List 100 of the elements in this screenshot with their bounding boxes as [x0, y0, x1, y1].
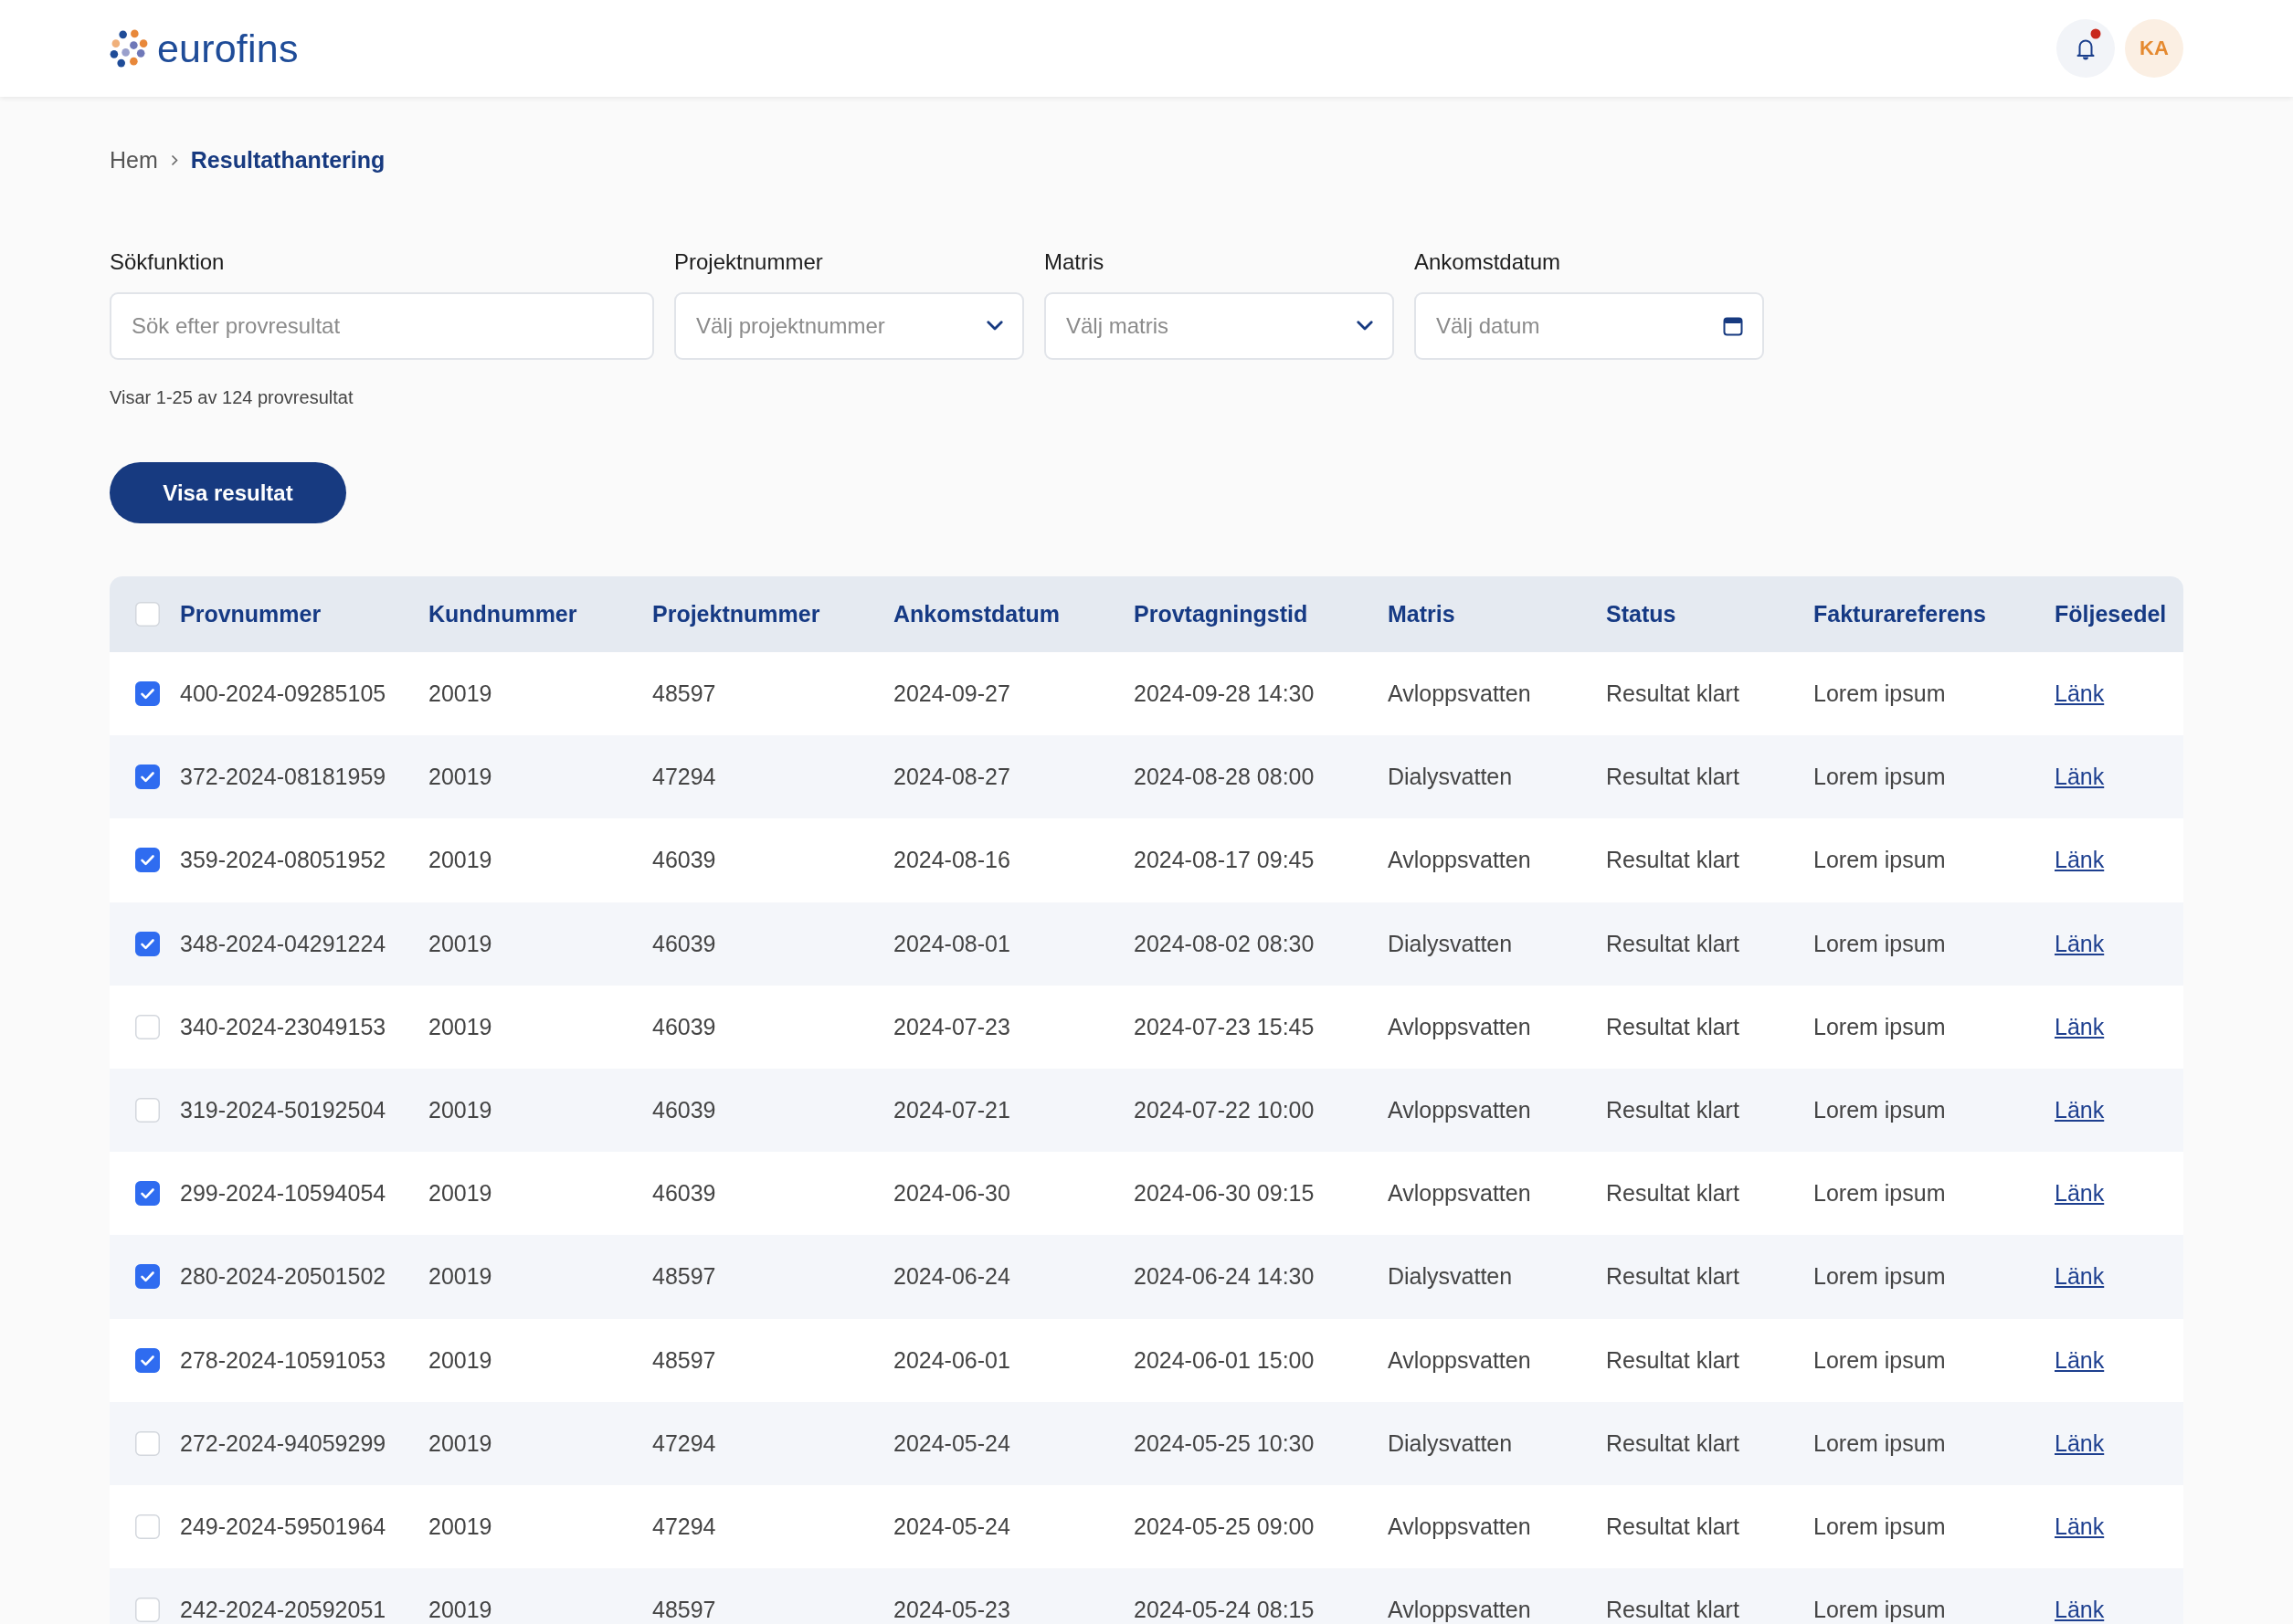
logo-text: eurofins: [157, 28, 299, 69]
table-cell: 249-2024-59501964: [180, 1513, 386, 1540]
table-cell: 272-2024-94059299: [180, 1429, 386, 1457]
table-cell: 2024-07-22 10:00: [1134, 1097, 1315, 1124]
table-cell: 2024-06-01: [893, 1346, 1010, 1374]
checkbox[interactable]: [135, 765, 160, 790]
table-cell: 46039: [652, 930, 716, 957]
checkbox[interactable]: [135, 1347, 160, 1373]
dropdown-field[interactable]: Välj projektnummer: [674, 292, 1024, 360]
table-cell: Dialysvatten: [1388, 1263, 1513, 1291]
checkbox[interactable]: [135, 681, 160, 707]
delivery-note-link[interactable]: Länk: [2055, 1097, 2105, 1124]
table-cell: 48597: [652, 1263, 716, 1291]
delivery-note-link[interactable]: Länk: [2055, 1346, 2105, 1374]
delivery-note-link[interactable]: Länk: [2055, 847, 2105, 874]
table-cell: 48597: [652, 680, 716, 708]
table-cell: 2024-05-24: [893, 1513, 1010, 1540]
table-cell: 2024-05-24 08:15: [1134, 1597, 1315, 1624]
table-cell: Lorem ipsum: [1813, 1263, 1946, 1291]
table-cell: 47294: [652, 1429, 716, 1457]
column-header: Projektnummer: [652, 601, 820, 627]
table-cell: 47294: [652, 1513, 716, 1540]
table-cell: Lorem ipsum: [1813, 847, 1946, 874]
table-cell: Lorem ipsum: [1813, 930, 1946, 957]
table-cell: Lorem ipsum: [1813, 1180, 1946, 1207]
table-cell: Resultat klart: [1606, 1429, 1739, 1457]
table-cell: Resultat klart: [1606, 847, 1739, 874]
table-cell: 2024-05-23: [893, 1597, 1010, 1624]
table-cell: 372-2024-08181959: [180, 764, 386, 791]
column-header: Kundnummer: [428, 601, 577, 627]
search-field[interactable]: Sök efter provresultat: [110, 292, 654, 360]
field-label: Projektnummer: [674, 248, 823, 276]
chevron-down-icon: [1357, 321, 1373, 331]
table-cell: 2024-06-30: [893, 1180, 1010, 1207]
table-cell: 20019: [428, 1597, 492, 1624]
table-cell: 2024-05-25 09:00: [1134, 1513, 1315, 1540]
table-cell: 2024-07-21: [893, 1097, 1010, 1124]
table-cell: 46039: [652, 847, 716, 874]
table-cell: 2024-07-23 15:45: [1134, 1013, 1315, 1040]
delivery-note-link[interactable]: Länk: [2055, 1263, 2105, 1291]
dropdown-field[interactable]: Välj matris: [1044, 292, 1394, 360]
table-cell: 400-2024-09285105: [180, 680, 386, 708]
table-cell: Avloppsvatten: [1388, 1346, 1531, 1374]
show-results-button[interactable]: Visa resultat: [110, 462, 346, 523]
table-cell: 20019: [428, 1013, 492, 1040]
table-cell: 20019: [428, 1180, 492, 1207]
table-cell: 2024-09-28 14:30: [1134, 680, 1315, 708]
table-cell: Lorem ipsum: [1813, 764, 1946, 791]
delivery-note-link[interactable]: Länk: [2055, 1429, 2105, 1457]
table-cell: 359-2024-08051952: [180, 847, 386, 874]
delivery-note-link[interactable]: Länk: [2055, 680, 2105, 708]
column-header: Följesedel: [2055, 601, 2167, 627]
delivery-note-link[interactable]: Länk: [2055, 930, 2105, 957]
delivery-note-link[interactable]: Länk: [2055, 1180, 2105, 1207]
table-cell: Resultat klart: [1606, 1097, 1739, 1124]
chevron-down-icon: [987, 321, 1003, 331]
table-cell: Lorem ipsum: [1813, 1513, 1946, 1540]
table-cell: 2024-06-01 15:00: [1134, 1346, 1315, 1374]
delivery-note-link[interactable]: Länk: [2055, 1513, 2105, 1540]
table-cell: 20019: [428, 1346, 492, 1374]
table-cell: 2024-08-27: [893, 764, 1010, 791]
checkbox[interactable]: [135, 1181, 160, 1207]
checkbox[interactable]: [135, 848, 160, 873]
table-cell: 20019: [428, 1097, 492, 1124]
delivery-note-link[interactable]: Länk: [2055, 764, 2105, 791]
checkbox[interactable]: [135, 1264, 160, 1290]
logo-icon: [110, 29, 148, 68]
table-cell: Dialysvatten: [1388, 764, 1513, 791]
table-cell: Lorem ipsum: [1813, 680, 1946, 708]
table-cell: 2024-06-24 14:30: [1134, 1263, 1315, 1291]
table-cell: Resultat klart: [1606, 930, 1739, 957]
table-cell: Avloppsvatten: [1388, 1513, 1531, 1540]
select-all-checkbox[interactable]: [135, 602, 160, 627]
column-header: Provnummer: [180, 601, 322, 627]
table-cell: 2024-05-25 10:30: [1134, 1429, 1315, 1457]
field-label: Sökfunktion: [110, 248, 225, 276]
table-cell: 2024-08-01: [893, 930, 1010, 957]
table-cell: 20019: [428, 764, 492, 791]
table-cell: 348-2024-04291224: [180, 930, 386, 957]
table-cell: 319-2024-50192504: [180, 1097, 386, 1124]
delivery-note-link[interactable]: Länk: [2055, 1597, 2105, 1624]
table-cell: Lorem ipsum: [1813, 1013, 1946, 1040]
table-cell: Lorem ipsum: [1813, 1346, 1946, 1374]
date-field[interactable]: Välj datum: [1414, 292, 1764, 360]
breadcrumb-item[interactable]: Hem: [110, 146, 158, 174]
checkbox[interactable]: [135, 931, 160, 956]
table-cell: 2024-05-24: [893, 1429, 1010, 1457]
table-cell: Lorem ipsum: [1813, 1597, 1946, 1624]
table-cell: Resultat klart: [1606, 764, 1739, 791]
table-cell: 20019: [428, 930, 492, 957]
table-cell: 2024-08-17 09:45: [1134, 847, 1315, 874]
delivery-note-link[interactable]: Länk: [2055, 1013, 2105, 1040]
chevron-right-icon: [170, 153, 178, 166]
table-cell: 20019: [428, 1429, 492, 1457]
table-cell: 46039: [652, 1180, 716, 1207]
table-cell: 20019: [428, 847, 492, 874]
field-label: Matris: [1044, 248, 1104, 276]
table-cell: 20019: [428, 1513, 492, 1540]
table-cell: 280-2024-20501502: [180, 1263, 386, 1291]
column-header: Fakturareferens: [1813, 601, 1986, 627]
